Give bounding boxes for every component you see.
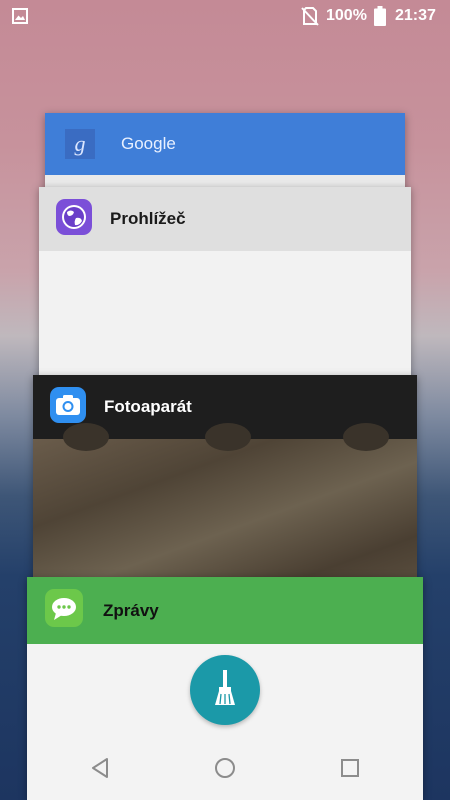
card-header: Prohlížeč <box>39 187 411 251</box>
app-title: Prohlížeč <box>110 209 186 228</box>
battery-percentage: 100% <box>326 7 367 24</box>
clock: 21:37 <box>395 7 436 24</box>
home-icon <box>213 756 237 785</box>
messages-icon <box>45 589 83 632</box>
no-sim-icon <box>301 6 319 31</box>
card-header: Zprávy <box>27 577 423 644</box>
recents-icon <box>338 756 362 785</box>
app-title: Google <box>121 134 176 153</box>
app-title: Zprávy <box>103 600 159 620</box>
recents-button[interactable] <box>335 755 365 785</box>
camera-icon <box>50 386 86 428</box>
home-button[interactable] <box>210 755 240 785</box>
recent-app-card-camera[interactable]: Fotoaparát <box>33 375 417 595</box>
navigation-bar <box>0 740 450 800</box>
image-notification-icon <box>12 8 28 29</box>
google-search-icon: g <box>65 129 95 159</box>
recent-app-card-browser[interactable]: Prohlížeč <box>39 187 411 387</box>
recent-app-card-google[interactable]: g Google <box>45 113 405 193</box>
battery-full-icon <box>374 6 386 31</box>
status-bar: 100% 21:37 <box>0 0 450 32</box>
browser-globe-icon <box>56 198 92 240</box>
card-header: g Google <box>45 113 405 175</box>
back-button[interactable] <box>85 755 115 785</box>
camera-preview-thumbnail <box>33 423 417 595</box>
app-title: Fotoaparát <box>104 397 192 416</box>
back-icon <box>88 756 112 785</box>
clear-all-button[interactable] <box>190 655 260 725</box>
broom-icon <box>210 668 240 713</box>
